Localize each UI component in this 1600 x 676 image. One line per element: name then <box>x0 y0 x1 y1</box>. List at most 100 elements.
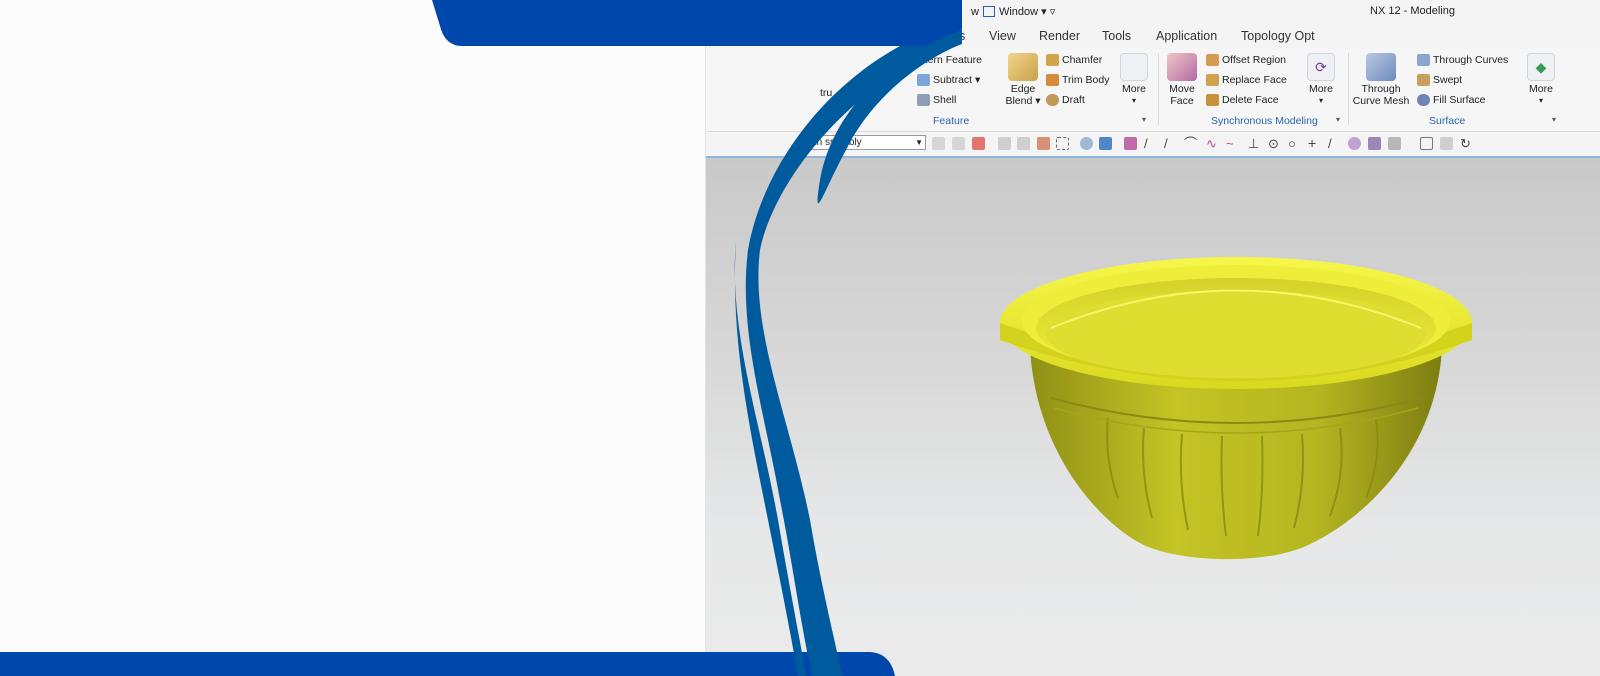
snap-icon[interactable] <box>932 137 945 150</box>
selection-scope-value: En ssembly <box>810 137 862 148</box>
extrude-fragment[interactable]: tru <box>820 87 832 99</box>
surface-more-label: More <box>1529 83 1553 95</box>
tab-render[interactable]: Render <box>1039 29 1080 43</box>
group-separator <box>1348 53 1349 125</box>
face-icon[interactable] <box>1368 137 1381 150</box>
perpendicular-icon[interactable]: ⊥ <box>1248 137 1261 150</box>
spline-icon[interactable]: ∿ <box>1206 137 1219 150</box>
trim-body-icon <box>1046 74 1059 86</box>
surface-more-arrow-icon: ▾ <box>1538 96 1543 105</box>
graphics-viewport[interactable] <box>706 158 1600 676</box>
trim-body-button[interactable]: Trim Body <box>1046 74 1109 86</box>
selection-scope-select[interactable]: En ssembly ▼ <box>806 135 926 150</box>
window-title: NX 12 - Modeling <box>1370 5 1455 17</box>
draft-button[interactable]: Draft <box>1046 94 1085 106</box>
line-icon[interactable]: / <box>1144 137 1157 150</box>
snap-points-icon[interactable] <box>1124 137 1137 150</box>
move-face-button[interactable]: Move Face <box>1162 53 1202 107</box>
shell-label: Shell <box>933 94 957 106</box>
synchronous-expand-icon[interactable]: ▾ <box>1336 115 1340 124</box>
swept-button[interactable]: Swept <box>1417 74 1462 86</box>
through-curves-icon <box>1417 54 1430 66</box>
feature-more-button[interactable]: More ▾ <box>1117 53 1151 107</box>
trim-body-label: Trim Body <box>1062 74 1110 86</box>
offset-region-icon <box>1206 54 1219 66</box>
shell-icon <box>917 94 930 106</box>
shaded-view-icon[interactable] <box>1099 137 1112 150</box>
through-curves-button[interactable]: Through Curves <box>1417 54 1508 66</box>
cursor-icon[interactable] <box>1017 137 1030 150</box>
window-menu[interactable]: Window ▾ ▿ <box>999 5 1055 18</box>
pattern-feature-button[interactable]: attern Feature <box>916 54 982 66</box>
ribbon: tru attern Feature Subtract ▾ Shell Edge… <box>706 49 1600 132</box>
shell-button[interactable]: Shell <box>917 94 956 106</box>
sync-more-button[interactable]: ⟳ More ▾ <box>1304 53 1338 107</box>
chamfer-label: Chamfer <box>1062 54 1103 66</box>
move-face-label-2: Face <box>1170 95 1194 107</box>
feature-more-icon <box>1120 53 1148 81</box>
select-icon[interactable] <box>972 137 985 150</box>
body-icon[interactable] <box>1388 137 1401 150</box>
intersect-icon[interactable] <box>1348 137 1361 150</box>
left-blank-panel <box>0 0 705 676</box>
sync-more-icon: ⟳ <box>1307 53 1335 81</box>
quick-access-toolbar: w Window ▾ ▿ <box>971 5 1055 19</box>
plus-icon[interactable]: + <box>1308 136 1321 150</box>
delete-face-button[interactable]: Delete Face <box>1206 94 1279 106</box>
feature-more-label: More <box>1122 83 1146 95</box>
subtract-icon <box>917 74 930 86</box>
fit-view-icon[interactable] <box>1420 137 1433 150</box>
replace-face-icon <box>1206 74 1219 86</box>
through-curve-mesh-button[interactable]: Through Curve Mesh <box>1351 53 1411 107</box>
through-curve-mesh-label-1: Through <box>1361 83 1401 95</box>
pattern-feature-label: attern Feature <box>916 54 982 66</box>
feature-expand-icon[interactable]: ▾ <box>1142 115 1146 124</box>
tab-view[interactable]: View <box>989 29 1016 43</box>
edge-blend-label-2: Blend ▾ <box>1005 95 1041 107</box>
circle-icon[interactable]: ○ <box>1288 137 1301 150</box>
fill-surface-button[interactable]: Fill Surface <box>1417 94 1486 106</box>
quick-access-prefix: w <box>971 5 979 18</box>
move-face-label-1: Move <box>1169 83 1195 95</box>
lasso-icon[interactable] <box>998 137 1011 150</box>
offset-region-button[interactable]: Offset Region <box>1206 54 1286 66</box>
sync-more-arrow-icon: ▾ <box>1318 96 1323 105</box>
tangent-icon[interactable]: / <box>1328 137 1341 150</box>
group-icon[interactable] <box>1037 137 1050 150</box>
fill-surface-label: Fill Surface <box>1433 94 1486 106</box>
through-curve-mesh-label-2: Curve Mesh <box>1352 95 1410 107</box>
window-icon <box>982 6 995 17</box>
curve-icon[interactable]: ⌒ <box>1184 137 1197 150</box>
filter-icon[interactable] <box>952 137 965 150</box>
tab-application[interactable]: Application <box>1156 29 1217 43</box>
dropdown-arrow-icon: ▼ <box>915 138 923 147</box>
title-bar: w Window ▾ ▿ NX 12 - Modeling <box>706 0 1600 24</box>
surface-expand-icon[interactable]: ▾ <box>1552 115 1556 124</box>
surface-group-label: Surface <box>1429 115 1466 127</box>
feature-group-label: Feature <box>933 115 970 127</box>
view-triad-icon[interactable] <box>1080 137 1093 150</box>
rotate-icon[interactable]: ↻ <box>1460 137 1473 150</box>
center-point-icon[interactable]: ⊙ <box>1268 137 1281 150</box>
draft-icon <box>1046 94 1059 106</box>
selection-toolbar: En ssembly ▼ / / ⌒ ∿ ~ ⊥ ⊙ ○ + / ↻ <box>706 132 1600 158</box>
flower-pot-model <box>1000 257 1472 560</box>
through-curves-label: Through Curves <box>1433 54 1509 66</box>
zoom-icon[interactable] <box>1440 137 1453 150</box>
sync-more-label: More <box>1309 83 1333 95</box>
draft-label: Draft <box>1062 94 1085 106</box>
tab-topology-opt[interactable]: Topology Opt <box>1241 29 1315 43</box>
chamfer-button[interactable]: Chamfer <box>1046 54 1102 66</box>
edge-blend-button[interactable]: Edge Blend ▾ <box>999 53 1047 107</box>
ribbon-tabs: s View Render Tools Application Topology… <box>706 26 1600 48</box>
tab-partial[interactable]: s <box>959 29 965 43</box>
tab-tools[interactable]: Tools <box>1102 29 1131 43</box>
surface-more-button[interactable]: ◆ More ▾ <box>1524 53 1558 107</box>
wave-icon[interactable]: ~ <box>1226 137 1239 150</box>
subtract-button[interactable]: Subtract ▾ <box>917 74 980 86</box>
nx-window: w Window ▾ ▿ NX 12 - Modeling s View Ren… <box>706 0 1600 676</box>
box-select-icon[interactable] <box>1056 137 1069 150</box>
replace-face-label: Replace Face <box>1222 74 1287 86</box>
replace-face-button[interactable]: Replace Face <box>1206 74 1287 86</box>
endpoint-icon[interactable]: / <box>1164 137 1177 150</box>
